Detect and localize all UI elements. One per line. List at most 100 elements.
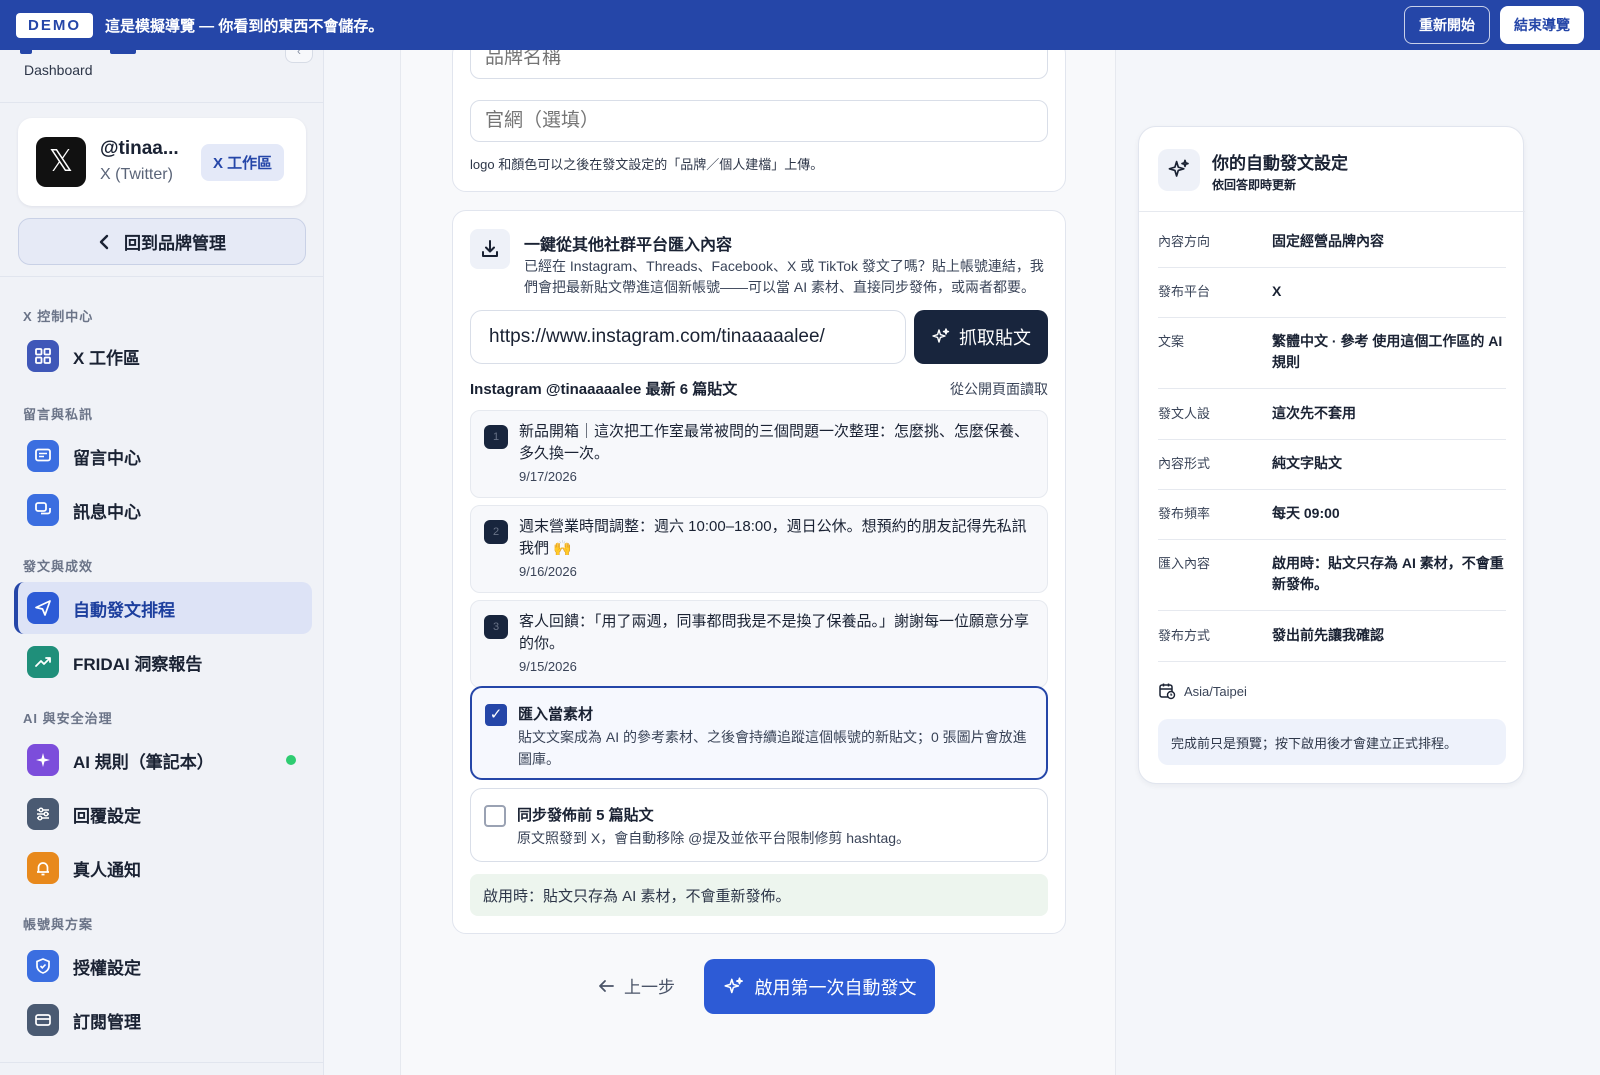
settings-key: 發文人設 — [1158, 406, 1211, 421]
post-text: 週末營業時間調整：週六 10:00–18:00，週日公休。想預約的朋友記得先私訊… — [519, 518, 1027, 557]
start-autopost-button[interactable]: 啟用第一次自動發文 — [704, 959, 935, 1014]
demo-text: 這是模擬導覽 — 你看到的東西不會儲存。 — [105, 17, 384, 35]
profile-url-value: https://www.instagram.com/tinaaaaalee/ — [489, 326, 825, 347]
timezone: Asia/Taipei — [1158, 682, 1247, 700]
workspace-chip[interactable]: X 工作區 — [201, 144, 285, 181]
post-item: 2 週末營業時間調整：週六 10:00–18:00，週日公休。想預約的朋友記得先… — [470, 505, 1048, 593]
trending-up-icon — [27, 646, 59, 678]
section-account: 帳號與方案 — [23, 917, 94, 932]
option-title: 同步發佈前 5 篇貼文 — [517, 807, 654, 824]
restart-tour-button[interactable]: 重新開始 — [1404, 6, 1490, 44]
option-title: 匯入當素材 — [518, 706, 594, 723]
settings-row: 內容方向 固定經營品牌內容 — [1158, 231, 1506, 268]
fetch-posts-label: 抓取貼文 — [959, 328, 1031, 348]
sidebar-item-label: FRIDAI 洞察報告 — [73, 654, 203, 674]
settings-row: 發布平台 X — [1158, 281, 1506, 318]
grid-icon — [27, 340, 59, 372]
section-control: X 控制中心 — [23, 309, 94, 324]
settings-value: 啟用時：貼文只存為 AI 素材，不會重新發佈。 — [1272, 555, 1504, 592]
sparkles-icon — [1158, 149, 1200, 191]
arrow-left-icon — [599, 979, 614, 992]
posts-heading: Instagram @tinaaaaalee 最新 6 篇貼文 — [470, 381, 738, 398]
x-logo-icon: 𝕏 — [36, 137, 86, 187]
import-as-material-option[interactable]: ✓ 匯入當素材 貼文文案成為 AI 的參考素材、之後會持續追蹤這個帳號的新貼文；… — [470, 686, 1048, 780]
sync-publish-option[interactable]: 同步發佈前 5 篇貼文 原文照發到 X，會自動移除 @提及並依平台限制修剪 ha… — [470, 788, 1048, 862]
sparkles-icon — [27, 744, 59, 776]
dashboard-label[interactable]: Dashboard — [24, 62, 93, 78]
back-to-brands-label: 回到品牌管理 — [124, 234, 226, 253]
sync-checkbox[interactable] — [484, 805, 506, 827]
import-card: 一鍵從其他社群平台匯入內容 已經在 Instagram、Threads、Face… — [452, 210, 1066, 934]
posts-source: 從公開頁面讀取 — [950, 381, 1048, 397]
settings-row: 發文人設 這次先不套用 — [1158, 403, 1506, 440]
settings-summary-card: 你的自動發文設定 依回答即時更新 內容方向 固定經營品牌內容 發布平台 X 文案… — [1138, 126, 1525, 784]
back-to-brands-button[interactable]: 回到品牌管理 — [18, 218, 306, 265]
settings-value: 這次先不套用 — [1272, 405, 1356, 421]
sparkles-icon — [723, 976, 743, 993]
settings-key: 內容方向 — [1158, 234, 1211, 249]
settings-row: 發布方式 發出前先讓我確認 — [1158, 625, 1506, 662]
sidebar-item-label: 訊息中心 — [73, 502, 141, 522]
post-text: 新品開箱｜這次把工作室最常被問的三個問題一次整理：怎麼挑、怎麼保養、多久換一次。 — [519, 423, 1030, 462]
profile-url-input[interactable]: https://www.instagram.com/tinaaaaalee/ — [470, 310, 906, 364]
post-number: 1 — [484, 425, 508, 449]
sidebar-item-reply[interactable]: 回覆設定 — [14, 788, 312, 840]
settings-row: 發布頻率 每天 09:00 — [1158, 503, 1506, 540]
post-date: 9/15/2026 — [519, 659, 577, 674]
material-checkbox[interactable]: ✓ — [485, 704, 507, 726]
account-card: 𝕏 @tinaa... X (Twitter) X 工作區 — [18, 118, 306, 206]
account-platform: X (Twitter) — [100, 166, 173, 183]
sidebar-item-billing[interactable]: 訂閱管理 — [14, 994, 312, 1046]
settings-value: 發出前先讓我確認 — [1272, 627, 1384, 643]
settings-value: 純文字貼文 — [1272, 455, 1342, 471]
section-messages: 留言與私訊 — [23, 407, 94, 422]
sidebar-item-autopost[interactable]: 自動發文排程 — [14, 582, 312, 634]
settings-value: 繁體中文 · 參考 使用這個工作區的 AI 規則 — [1272, 333, 1503, 370]
settings-key: 發布方式 — [1158, 628, 1211, 643]
sidebar-item-report[interactable]: FRIDAI 洞察報告 — [14, 636, 312, 688]
sidebar-item-auth[interactable]: 授權設定 — [14, 940, 312, 992]
sidebar-item-label: 訂閱管理 — [73, 1012, 141, 1032]
settings-row: 文案 繁體中文 · 參考 使用這個工作區的 AI 規則 — [1158, 331, 1506, 389]
settings-subtitle: 依回答即時更新 — [1212, 178, 1297, 192]
settings-key: 文案 — [1158, 334, 1185, 349]
section-ai: AI 與安全治理 — [23, 711, 113, 726]
account-handle: @tinaa... — [100, 138, 179, 159]
sidebar-item-inbox[interactable]: 訊息中心 — [14, 484, 312, 536]
send-icon — [27, 592, 59, 624]
sidebar-item-label: AI 規則（筆記本） — [73, 752, 214, 772]
sidebar-item-label: 真人通知 — [73, 860, 141, 880]
previous-step-label: 上一步 — [624, 978, 675, 997]
end-tour-button[interactable]: 結束導覽 — [1500, 6, 1584, 44]
sidebar-item-comments[interactable]: 留言中心 — [14, 430, 312, 482]
post-number: 3 — [484, 615, 508, 639]
sidebar-item-label: 回覆設定 — [73, 806, 141, 826]
option-description: 原文照發到 X，會自動移除 @提及並依平台限制修剪 hashtag。 — [517, 830, 911, 846]
settings-key: 發布頻率 — [1158, 506, 1211, 521]
post-item: 1 新品開箱｜這次把工作室最常被問的三個問題一次整理：怎麼挑、怎麼保養、多久換一… — [470, 410, 1048, 498]
previous-step-button[interactable]: 上一步 — [598, 973, 675, 998]
bell-icon — [27, 852, 59, 884]
section-posting: 發文與成效 — [23, 559, 94, 574]
sidebar-item-label: 自動發文排程 — [73, 600, 175, 620]
comment-icon — [27, 440, 59, 472]
timezone-value: Asia/Taipei — [1184, 683, 1247, 699]
post-item: 3 客人回饋：「用了兩週，同事都問我是不是換了保養品。」謝謝每一位願意分享的你。… — [470, 600, 1048, 688]
sidebar-item-label: X 工作區 — [73, 348, 141, 368]
settings-key: 內容形式 — [1158, 456, 1211, 471]
import-description: 已經在 Instagram、Threads、Facebook、X 或 TikTo… — [524, 258, 1044, 295]
post-text: 客人回饋：「用了兩週，同事都問我是不是換了保養品。」謝謝每一位願意分享的你。 — [519, 613, 1030, 652]
sidebar-item-label: 留言中心 — [73, 448, 141, 468]
sidebar-item-workspace[interactable]: X 工作區 — [14, 330, 312, 382]
sidebar-item-label: 授權設定 — [73, 958, 141, 978]
calendar-clock-icon — [1159, 683, 1176, 700]
brand-info-card: logo 和顏色可以之後在發文設定的「品牌／個人建檔」上傳。 — [452, 37, 1066, 192]
fetch-posts-button[interactable]: 抓取貼文 — [914, 310, 1048, 364]
credit-card-icon — [27, 1004, 59, 1036]
sidebar-item-notify[interactable]: 真人通知 — [14, 842, 312, 894]
settings-key: 匯入內容 — [1158, 556, 1211, 571]
import-note: 啟用時：貼文只存為 AI 素材，不會重新發佈。 — [470, 874, 1048, 916]
demo-badge: DEMO — [16, 12, 93, 38]
website-input[interactable] — [470, 100, 1048, 142]
sidebar-item-ai-rules[interactable]: AI 規則（筆記本） — [14, 734, 312, 786]
